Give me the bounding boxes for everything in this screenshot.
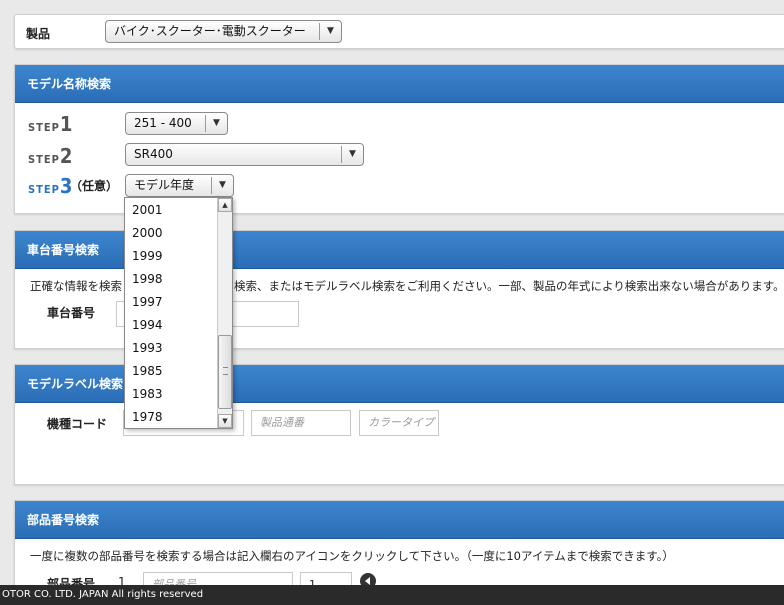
chevron-down-icon: ▼ (211, 177, 233, 194)
step3-optional-note: （任意） (70, 179, 119, 193)
model-code-label: 機種コード (47, 417, 108, 431)
year-option[interactable]: 1994 (132, 318, 163, 332)
step3-select-value: モデル年度 (134, 178, 195, 192)
step2-select[interactable]: SR400 ▼ (125, 143, 364, 166)
chevron-down-icon: ▼ (319, 23, 341, 40)
scroll-up-icon[interactable]: ▲ (218, 198, 232, 212)
scroll-thumb[interactable] (218, 335, 232, 409)
step3-label: STEP3 (28, 174, 73, 198)
dropdown-scrollbar[interactable]: ▲ ▼ (217, 198, 232, 428)
model-search-title: モデル名称検索 (15, 65, 784, 103)
step1-select[interactable]: 251 - 400 ▼ (125, 112, 228, 135)
step2-label: STEP2 (28, 144, 73, 168)
part-search-title: 部品番号検索 (15, 501, 784, 539)
chevron-down-icon: ▼ (341, 146, 363, 163)
year-option[interactable]: 1993 (132, 341, 163, 355)
part-search-note: 一度に複数の部品番号を検索する場合は記入欄右のアイコンをクリックして下さい。（一… (30, 549, 674, 563)
year-option[interactable]: 1985 (132, 364, 163, 378)
copyright-text: OTOR CO. LTD. JAPAN All rights reserved (2, 589, 204, 600)
product-select[interactable]: バイク･スクーター･電動スクーター ▼ (105, 20, 342, 43)
footer: OTOR CO. LTD. JAPAN All rights reserved (0, 585, 784, 605)
frame-number-label: 車台番号 (47, 306, 96, 320)
step1-select-value: 251 - 400 (134, 116, 192, 130)
year-option[interactable]: 1997 (132, 295, 163, 309)
product-select-value: バイク･スクーター･電動スクーター (114, 24, 306, 38)
color-type-input[interactable]: カラータイプ (359, 410, 439, 436)
scroll-down-icon[interactable]: ▼ (218, 414, 232, 428)
product-label: 製品 (26, 27, 51, 41)
year-option[interactable]: 1999 (132, 249, 163, 263)
frame-search-note-right: 検索、またはモデルラベル検索をご利用ください。一部、製品の年式により検索出来ない… (234, 279, 784, 293)
frame-search-note-left: 正確な情報を検索 (30, 279, 122, 293)
year-option[interactable]: 2001 (132, 203, 163, 217)
step2-select-value: SR400 (134, 147, 173, 161)
step1-label: STEP1 (28, 112, 73, 136)
year-option[interactable]: 1998 (132, 272, 163, 286)
serial-number-input[interactable]: 製品通番 (251, 410, 351, 436)
product-bar: 製品 バイク･スクーター･電動スクーター ▼ (14, 14, 784, 49)
step3-select[interactable]: モデル年度 ▼ (125, 174, 234, 197)
model-year-dropdown[interactable]: 2001 2000 1999 1998 1997 1994 1993 1985 … (124, 197, 233, 429)
year-option[interactable]: 1983 (132, 387, 163, 401)
year-option[interactable]: 2000 (132, 226, 163, 240)
year-option[interactable]: 1978 (132, 410, 163, 424)
chevron-down-icon: ▼ (205, 115, 227, 132)
